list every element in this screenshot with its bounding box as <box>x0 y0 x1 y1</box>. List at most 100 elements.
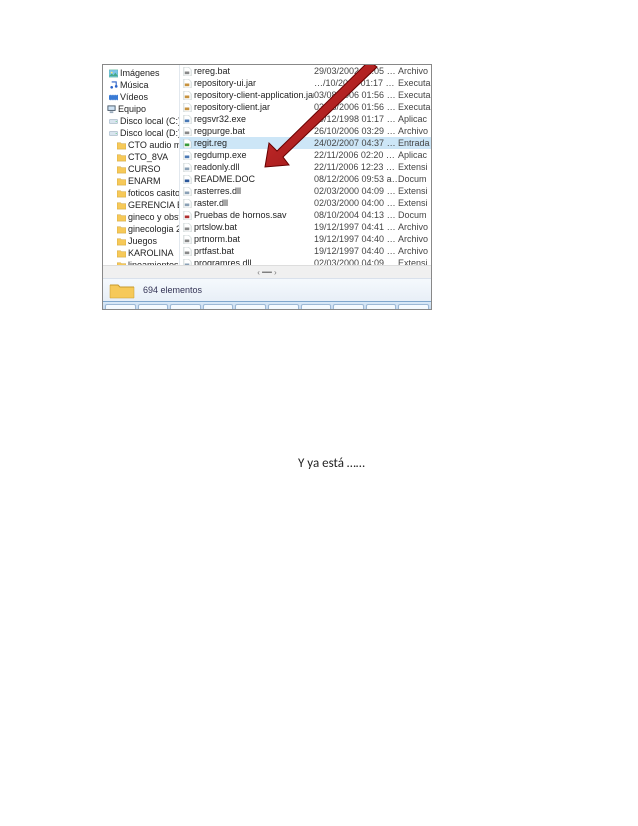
file-row[interactable]: repository-ui.jar…/10/2006 01:17 …Execut… <box>180 77 431 89</box>
tree-item[interactable]: Juegos <box>103 235 179 247</box>
file-date: 08/12/2006 09:53 a… <box>314 173 398 185</box>
computer-icon <box>107 105 116 114</box>
ie-icon[interactable] <box>268 304 299 310</box>
status-bar: 694 elementos <box>103 278 431 301</box>
file-row[interactable]: repository-client.jar03/08/2006 01:56 …E… <box>180 101 431 113</box>
file-row[interactable]: repository-client-application.jar03/08/2… <box>180 89 431 101</box>
tree-item[interactable]: Disco local (C:) <box>103 115 179 127</box>
file-type: Archivo <box>398 65 431 77</box>
chrome-icon[interactable] <box>235 304 266 310</box>
file-row[interactable]: rereg.bat29/03/2002 01:05 …Archivo <box>180 65 431 77</box>
explorer-window: ImágenesMúsicaVídeosEquipoDisco local (C… <box>103 65 431 265</box>
file-name: raster.dll <box>194 197 314 209</box>
file-type: Aplicac <box>398 113 431 125</box>
file-row[interactable]: raster.dll02/03/2000 04:00 …Extensi <box>180 197 431 209</box>
winrar-icon[interactable] <box>398 304 429 310</box>
adobe-reader-icon <box>307 308 325 310</box>
tree-item[interactable]: Música <box>103 79 179 91</box>
tree-item[interactable]: ginecologia 20 <box>103 223 179 235</box>
tree-item[interactable]: GERENCIA EN <box>103 199 179 211</box>
media-player-icon[interactable] <box>170 304 201 310</box>
horizontal-scrollbar[interactable]: ‹ ━━ › <box>103 265 431 278</box>
bat-icon <box>183 127 192 136</box>
media-player-icon <box>176 308 194 310</box>
file-row[interactable]: Pruebas de hornos.sav08/10/2004 04:13 …D… <box>180 209 431 221</box>
file-row[interactable]: regpurge.bat26/10/2006 03:29 …Archivo <box>180 125 431 137</box>
file-name: readonly.dll <box>194 161 314 173</box>
file-type: Extensi <box>398 185 431 197</box>
folder-icon <box>117 213 126 222</box>
tree-item-label: Imágenes <box>120 67 160 79</box>
file-name: repository-client.jar <box>194 101 314 113</box>
file-row[interactable]: README.DOC08/12/2006 09:53 a…Docum <box>180 173 431 185</box>
file-name: README.DOC <box>194 173 314 185</box>
explorer-icon <box>144 308 162 310</box>
drive-icon <box>109 129 118 138</box>
jar-icon <box>183 103 192 112</box>
powerpoint-icon[interactable] <box>366 304 397 310</box>
tree-item-label: Juegos <box>128 235 157 247</box>
tree-item-label: KAROLINA <box>128 247 174 259</box>
winrar-icon <box>405 308 423 310</box>
file-row[interactable]: programres.dll02/03/2000 04:09 …Extensi <box>180 257 431 265</box>
dll-icon <box>183 187 192 196</box>
file-date: 03/08/2006 01:56 … <box>314 89 398 101</box>
file-row[interactable]: prtslow.bat19/12/1997 04:41 …Archivo <box>180 221 431 233</box>
file-row[interactable]: prtfast.bat19/12/1997 04:40 …Archivo <box>180 245 431 257</box>
tree-item[interactable]: Vídeos <box>103 91 179 103</box>
file-date: …/10/2006 01:17 … <box>314 77 398 89</box>
file-row[interactable]: prtnorm.bat19/12/1997 04:40 …Archivo <box>180 233 431 245</box>
tree-item-label: lineamientos <box>128 259 179 265</box>
folder-icon <box>117 261 126 266</box>
explorer-icon[interactable] <box>138 304 169 310</box>
file-list[interactable]: rereg.bat29/03/2002 01:05 …Archivoreposi… <box>180 65 431 265</box>
dll-icon <box>183 199 192 208</box>
file-row[interactable]: rasterres.dll02/03/2000 04:09 …Extensi <box>180 185 431 197</box>
tree-item[interactable]: ENARM <box>103 175 179 187</box>
file-type: Docum <box>398 173 431 185</box>
file-date: 03/08/2006 01:56 … <box>314 101 398 113</box>
file-type: Executa <box>398 101 431 113</box>
tree-item[interactable]: CTO audio mp <box>103 139 179 151</box>
file-row[interactable]: readonly.dll22/11/2006 12:23 …Extensi <box>180 161 431 173</box>
tree-item[interactable]: KAROLINA <box>103 247 179 259</box>
file-row[interactable]: regit.reg24/02/2007 04:37 …Entrada <box>180 137 431 149</box>
file-name: regit.reg <box>194 137 314 149</box>
skype-icon[interactable] <box>333 304 364 310</box>
taskbar[interactable] <box>103 301 431 310</box>
word-icon[interactable] <box>203 304 234 310</box>
tree-item[interactable]: Disco local (D:) <box>103 127 179 139</box>
file-row[interactable]: regdump.exe22/11/2006 02:20 …Aplicac <box>180 149 431 161</box>
tree-item[interactable]: Equipo <box>103 103 179 115</box>
start-orb[interactable] <box>105 304 136 310</box>
file-name: repository-ui.jar <box>194 77 314 89</box>
exe-icon <box>183 115 192 124</box>
start-orb <box>111 308 129 310</box>
adobe-reader-icon[interactable] <box>301 304 332 310</box>
tree-item[interactable]: CTO_8VA <box>103 151 179 163</box>
file-name: Pruebas de hornos.sav <box>194 209 314 221</box>
file-type: Entrada <box>398 137 431 149</box>
tree-item[interactable]: foticos casitos <box>103 187 179 199</box>
folder-tree[interactable]: ImágenesMúsicaVídeosEquipoDisco local (C… <box>103 65 180 265</box>
tree-item[interactable]: Imágenes <box>103 67 179 79</box>
file-name: prtslow.bat <box>194 221 314 233</box>
file-date: 02/03/2000 04:09 … <box>314 185 398 197</box>
doc-icon <box>183 175 192 184</box>
file-date: 02/03/2000 04:09 … <box>314 257 398 265</box>
file-type: Executa <box>398 77 431 89</box>
file-date: 22/11/2006 02:20 … <box>314 149 398 161</box>
folder-icon <box>117 165 126 174</box>
file-name: regpurge.bat <box>194 125 314 137</box>
tree-item-label: Música <box>120 79 149 91</box>
tree-item[interactable]: gineco y obstr <box>103 211 179 223</box>
tree-item[interactable]: CURSO <box>103 163 179 175</box>
folder-icon <box>117 201 126 210</box>
tree-item[interactable]: lineamientos <box>103 259 179 265</box>
file-row[interactable]: regsvr32.exe09/12/1998 01:17 …Aplicac <box>180 113 431 125</box>
tree-item-label: foticos casitos <box>128 187 179 199</box>
file-name: prtnorm.bat <box>194 233 314 245</box>
file-type: Archivo <box>398 125 431 137</box>
tree-item-label: CTO audio mp <box>128 139 179 151</box>
ie-icon <box>274 308 292 310</box>
